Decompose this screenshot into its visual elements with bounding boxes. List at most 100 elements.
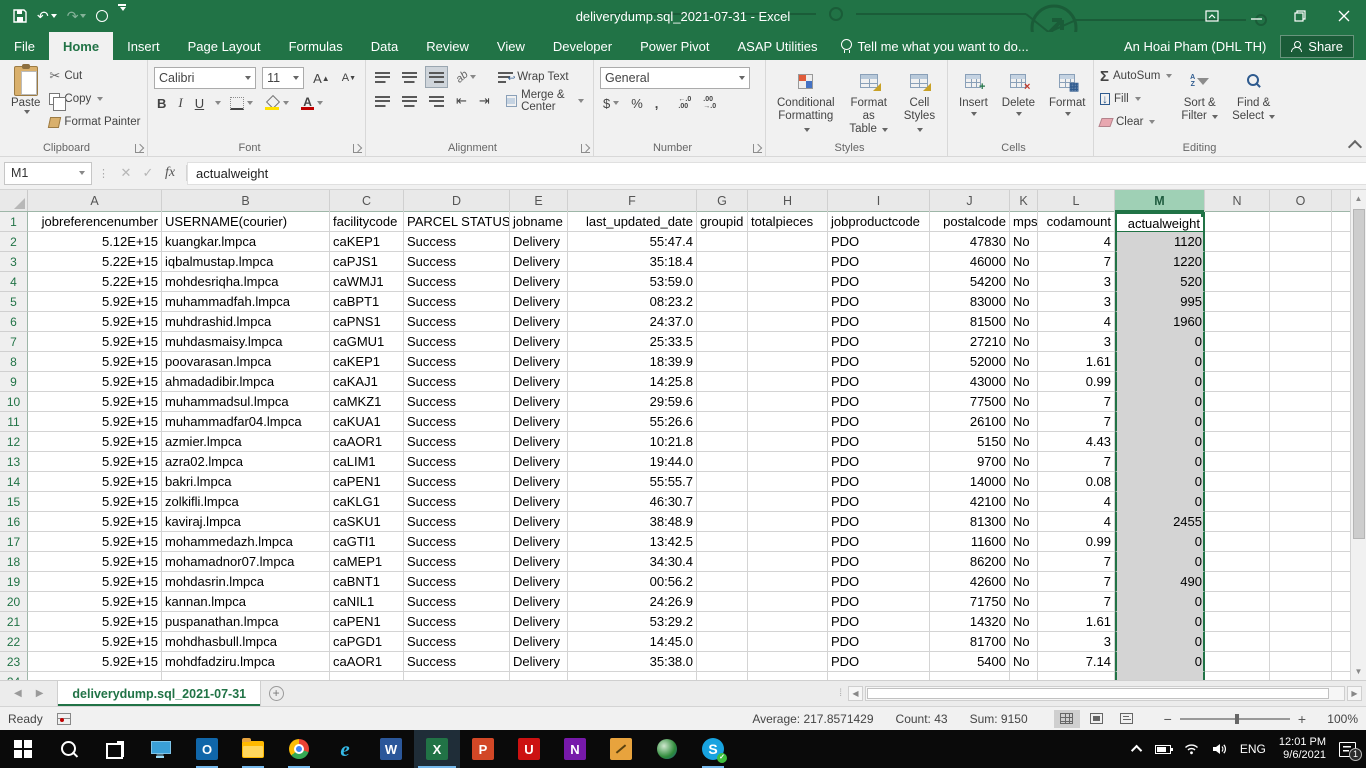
cell-C17[interactable]: caGTI1 [330,532,404,552]
zoom-out-button[interactable]: − [1164,711,1172,727]
cell-N23[interactable] [1205,652,1270,672]
cell-H3[interactable] [748,252,828,272]
increase-font-size-button[interactable]: A ▲ [310,68,333,88]
cell-B24[interactable] [162,672,330,680]
cell-N18[interactable] [1205,552,1270,572]
row-header-1[interactable]: 1 [0,212,28,232]
row-header-10[interactable]: 10 [0,392,28,412]
cell-J18[interactable]: 86200 [930,552,1010,572]
cell-A1[interactable]: jobreferencenumber [28,212,162,232]
cell-C3[interactable]: caPJS1 [330,252,404,272]
cell-D3[interactable]: Success [404,252,510,272]
ribbon-tab-formulas[interactable]: Formulas [275,32,357,60]
clear-button[interactable]: Clear [1098,112,1172,132]
cell-F7[interactable]: 25:33.5 [568,332,697,352]
skype-icon[interactable]: S [690,730,736,768]
name-box-dropdown-icon[interactable] [79,171,85,175]
cell-B10[interactable]: muhammadsul.lmpca [162,392,330,412]
column-header-F[interactable]: F [568,190,697,212]
cell-F15[interactable]: 46:30.7 [568,492,697,512]
cell-L21[interactable]: 1.61 [1038,612,1115,632]
cell-I21[interactable]: PDO [828,612,930,632]
volume-icon[interactable] [1212,743,1227,755]
cell-L16[interactable]: 4 [1038,512,1115,532]
cell-F14[interactable]: 55:55.7 [568,472,697,492]
cell-L23[interactable]: 7.14 [1038,652,1115,672]
cell-L18[interactable]: 7 [1038,552,1115,572]
row-header-17[interactable]: 17 [0,532,28,552]
ribbon-tab-file[interactable]: File [0,32,49,60]
cell-J16[interactable]: 81300 [930,512,1010,532]
cell-O1[interactable] [1270,212,1332,232]
cell-N7[interactable] [1205,332,1270,352]
cell-J7[interactable]: 27210 [930,332,1010,352]
insert-function-button[interactable]: fx [160,165,180,181]
undo-dropdown-icon[interactable] [50,14,57,18]
zoom-in-button[interactable]: + [1298,711,1306,727]
cell-styles-button[interactable]: Cell Styles [898,64,941,140]
cell-K12[interactable]: No [1010,432,1038,452]
underline-dropdown-icon[interactable] [215,101,222,105]
cell-B14[interactable]: bakri.lmpca [162,472,330,492]
cell-N5[interactable] [1205,292,1270,312]
cell-O12[interactable] [1270,432,1332,452]
save-button[interactable] [10,4,30,28]
row-header-11[interactable]: 11 [0,412,28,432]
cell-H14[interactable] [748,472,828,492]
zoom-level[interactable]: 100% [1314,712,1358,726]
tell-me-box[interactable]: Tell me what you want to do... [841,32,1029,60]
cell-B12[interactable]: azmier.lmpca [162,432,330,452]
cell-H1[interactable]: totalpieces [748,212,828,232]
cell-C15[interactable]: caKLG1 [330,492,404,512]
cell-H4[interactable] [748,272,828,292]
cell-K23[interactable]: No [1010,652,1038,672]
cell-A16[interactable]: 5.92E+15 [28,512,162,532]
row-header-19[interactable]: 19 [0,572,28,592]
cell-A23[interactable]: 5.92E+15 [28,652,162,672]
cell-B18[interactable]: mohamadnor07.lmpca [162,552,330,572]
zoom-slider[interactable] [1179,713,1290,724]
cell-F5[interactable]: 08:23.2 [568,292,697,312]
cell-C1[interactable]: facilitycode [330,212,404,232]
cell-H12[interactable] [748,432,828,452]
cell-A11[interactable]: 5.92E+15 [28,412,162,432]
cell-G21[interactable] [697,612,748,632]
cell-N4[interactable] [1205,272,1270,292]
cell-E22[interactable]: Delivery [510,632,568,652]
cell-B3[interactable]: iqbalmustap.lmpca [162,252,330,272]
cell-N16[interactable] [1205,512,1270,532]
row-header-15[interactable]: 15 [0,492,28,512]
conditional-formatting-button[interactable]: Conditional Formatting [772,64,840,140]
vertical-scroll-thumb[interactable] [1352,209,1365,539]
cell-J13[interactable]: 9700 [930,452,1010,472]
cell-A17[interactable]: 5.92E+15 [28,532,162,552]
sheet-tab-active[interactable]: deliverydump.sql_2021-07-31 [57,681,262,706]
cell-O14[interactable] [1270,472,1332,492]
cell-K4[interactable]: No [1010,272,1038,292]
cell-M21[interactable]: 0 [1115,612,1205,632]
outlook-icon[interactable]: O [184,730,230,768]
cell-D4[interactable]: Success [404,272,510,292]
cell-I3[interactable]: PDO [828,252,930,272]
cell-G13[interactable] [697,452,748,472]
cell-L10[interactable]: 7 [1038,392,1115,412]
cell-C19[interactable]: caBNT1 [330,572,404,592]
ribbon-tab-data[interactable]: Data [357,32,412,60]
cell-E24[interactable] [510,672,568,680]
cell-J19[interactable]: 42600 [930,572,1010,592]
cell-L1[interactable]: codamount [1038,212,1115,232]
cell-G6[interactable] [697,312,748,332]
cell-E9[interactable]: Delivery [510,372,568,392]
language-indicator[interactable]: ENG [1240,742,1266,756]
font-color-button[interactable]: A [298,93,326,113]
cell-E18[interactable]: Delivery [510,552,568,572]
cell-C9[interactable]: caKAJ1 [330,372,404,392]
cell-B23[interactable]: mohdfadziru.lmpca [162,652,330,672]
cell-C14[interactable]: caPEN1 [330,472,404,492]
cell-K16[interactable]: No [1010,512,1038,532]
cell-E8[interactable]: Delivery [510,352,568,372]
cisco-anyconnect-icon[interactable] [644,730,690,768]
cell-D9[interactable]: Success [404,372,510,392]
cell-K20[interactable]: No [1010,592,1038,612]
cell-A5[interactable]: 5.92E+15 [28,292,162,312]
